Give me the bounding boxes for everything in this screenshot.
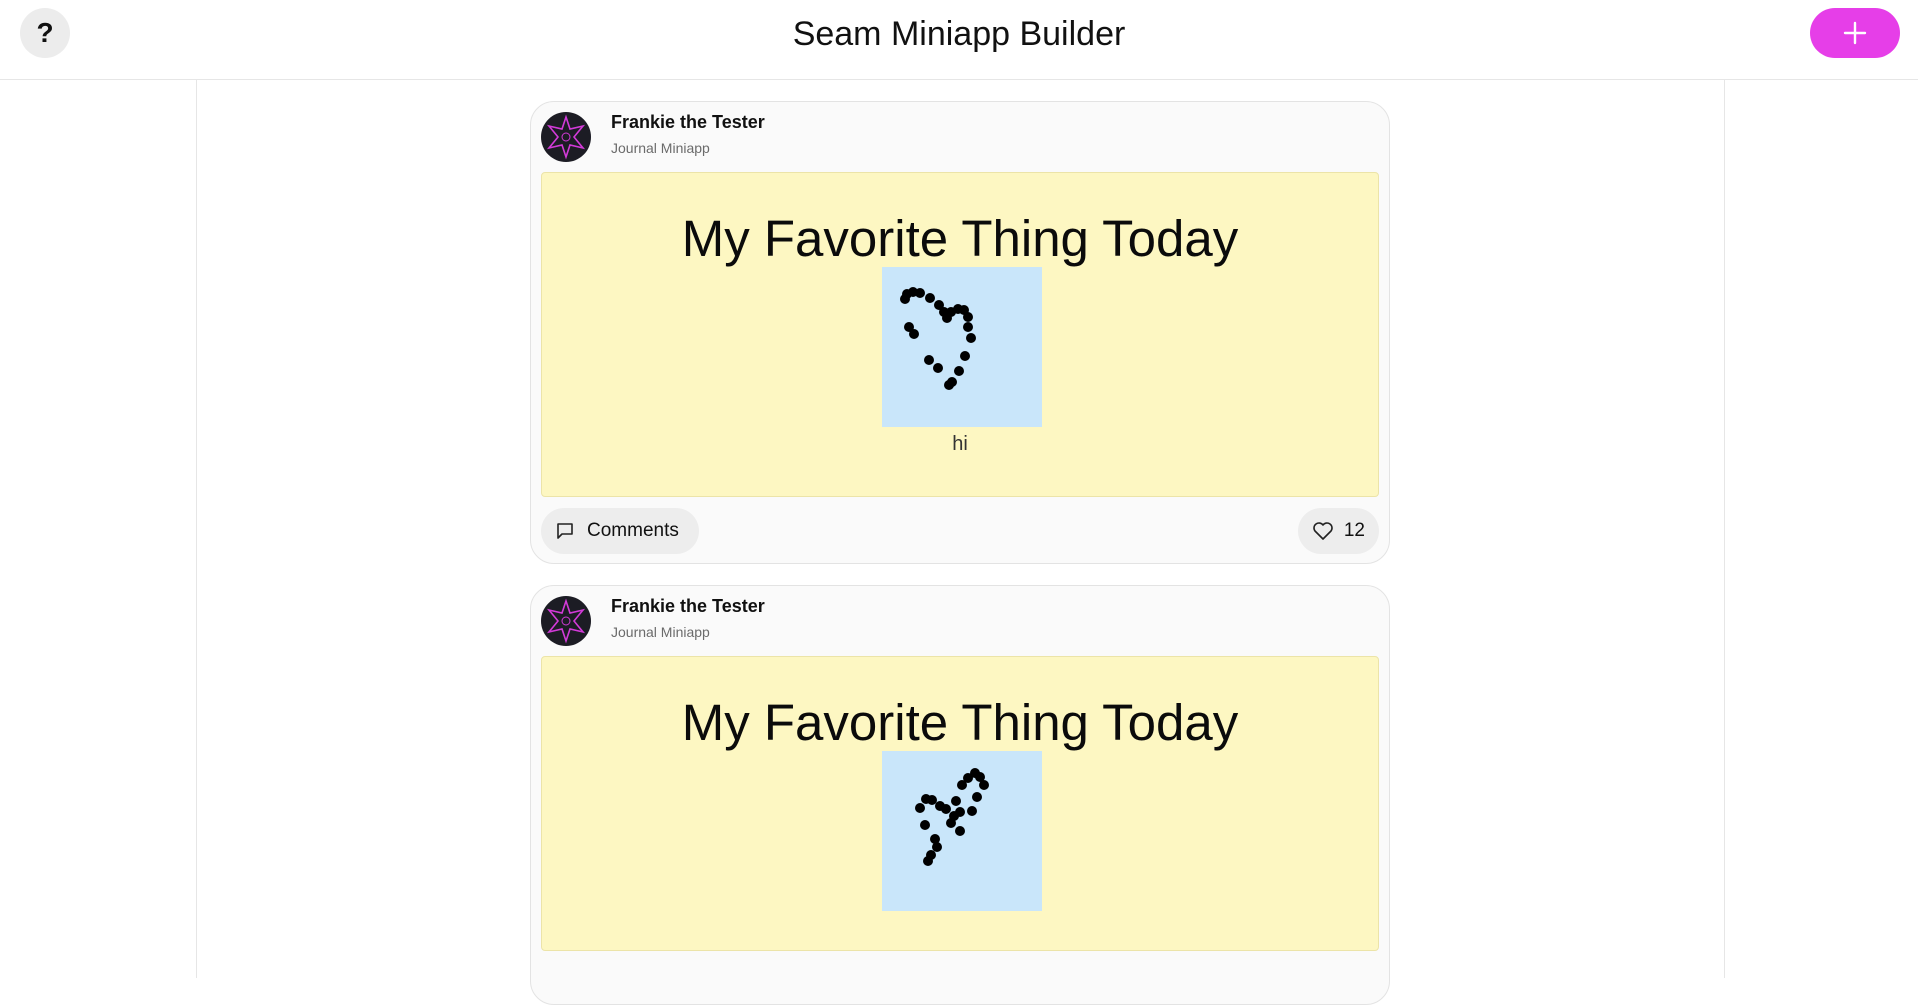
like-button[interactable]: 12 [1297,508,1379,554]
avatar[interactable] [541,112,591,162]
drawing-canvas [882,751,1042,911]
plus-icon [1843,21,1867,45]
miniapp-content[interactable]: My Favorite Thing Today [541,656,1379,951]
drawing-caption: hi [952,433,968,455]
heart-icon [1313,522,1333,540]
comments-button[interactable]: Comments [541,508,699,554]
star-avatar-icon [546,114,586,160]
add-miniapp-button[interactable] [1810,8,1900,58]
star-avatar-icon [546,598,586,644]
heart-doodle-icon [900,287,976,390]
miniapp-name[interactable]: Journal Miniapp [611,624,710,640]
drawing-canvas [882,267,1042,427]
avatar[interactable] [541,596,591,646]
app-title: Seam Miniapp Builder [792,15,1126,53]
journal-heading: My Favorite Thing Today [681,694,1239,751]
miniapp-content[interactable]: My Favorite Thing Today hi [541,172,1379,497]
author-name[interactable]: Frankie the Tester [611,112,765,133]
comment-icon [557,523,573,539]
post-card: Frankie the Tester Journal Miniapp My Fa… [530,585,1390,1005]
like-count: 12 [1343,520,1365,541]
author-name[interactable]: Frankie the Tester [611,596,765,617]
heart-doodle-tilted-icon [915,768,989,866]
comments-label: Comments [587,520,679,541]
journal-heading: My Favorite Thing Today [681,210,1239,267]
top-bar: ? Seam Miniapp Builder [0,0,1918,80]
miniapp-name[interactable]: Journal Miniapp [611,140,710,156]
post-card: Frankie the Tester Journal Miniapp My Fa… [530,101,1390,564]
